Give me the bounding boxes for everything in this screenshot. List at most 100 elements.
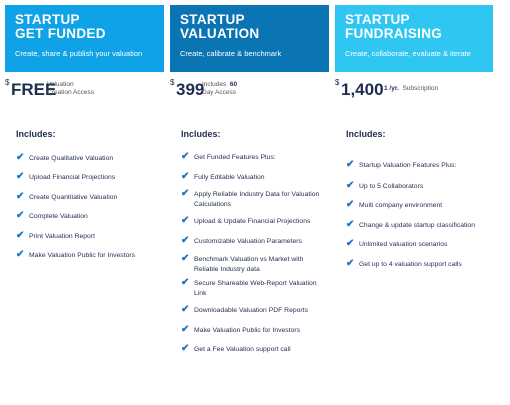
feature-item: ✔ Customizable Valuation Parameters [181, 235, 302, 247]
feature-item: ✔ Apply Reliable Industry Data for Valuat… [181, 188, 329, 209]
feature-label: Change & update startup classification [359, 222, 475, 229]
checkmark-icon: ✔ [181, 215, 190, 226]
feature-label: Create Qualitative Valuation [29, 155, 114, 162]
checkmark-icon: ✔ [16, 249, 25, 260]
currency-symbol: $ [335, 78, 340, 87]
feature-label: Complete Valuation [29, 213, 88, 220]
checkmark-icon: ✔ [181, 235, 190, 246]
feature-label: Get a Fee Valuation support call [194, 346, 291, 353]
includes-heading: Includes: [16, 129, 56, 139]
price-note-term: 1 /yr. [384, 85, 399, 92]
checkmark-icon: ✔ [181, 343, 190, 354]
feature-item: ✔ Make Valuation Public for Investors [16, 249, 136, 261]
checkmark-icon: ✔ [181, 304, 190, 315]
feature-item: ✔ Up to 5 Collaborators [346, 180, 423, 192]
checkmark-icon: ✔ [181, 253, 190, 264]
price-note: Includes 60 Day Access [202, 81, 237, 97]
checkmark-icon: ✔ [16, 171, 25, 182]
checkmark-icon: ✔ [16, 230, 25, 241]
feature-label: Create Quantitative Valuation [29, 194, 118, 201]
plan-name: STARTUP VALUATION [180, 13, 329, 41]
feature-item: ✔ Upload Financial Projections [16, 171, 116, 183]
plan-card-fundraising: STARTUP FUNDRAISING Create, collaborate,… [335, 5, 493, 269]
feature-label: Upload Financial Projections [29, 174, 116, 181]
feature-item: ✔ Get a Fee Valuation support call [181, 343, 291, 355]
plan-name-line1: STARTUP [180, 12, 245, 27]
checkmark-icon: ✔ [346, 180, 355, 191]
plan-name-line1: STARTUP [345, 12, 410, 27]
feature-item: ✔ Downloadable Valuation PDF Reports [181, 304, 308, 316]
feature-label: Get Funded Features Plus: [194, 154, 276, 161]
checkmark-icon: ✔ [181, 151, 190, 162]
plan-header: STARTUP FUNDRAISING Create, collaborate,… [335, 5, 493, 72]
feature-label: Upload & Update Financial Projections [194, 218, 311, 225]
feature-item: ✔ Get Funded Features Plus: [181, 151, 276, 163]
checkmark-icon: ✔ [181, 188, 190, 199]
price-row: $ FREE Valuation Creation Access [5, 72, 164, 110]
includes-heading: Includes: [181, 129, 221, 139]
checkmark-icon: ✔ [181, 171, 190, 182]
price-note-days: 60 [229, 81, 238, 88]
feature-item: ✔ Secure Shareable Web-Report Valuation L… [181, 277, 329, 298]
plan-tagline: Create, collaborate, evaluate & iterate [345, 49, 471, 58]
feature-label: Make Valuation Public for Investors [29, 252, 136, 259]
price-value: 1,400 [341, 80, 384, 99]
feature-label: Multi company environment [359, 202, 443, 209]
checkmark-icon: ✔ [346, 219, 355, 230]
feature-item: ✔ Startup Valuation Features Plus: [346, 159, 457, 171]
price-note-line1: Includes [202, 81, 227, 88]
feature-item: ✔ Print Valuation Report [16, 230, 95, 242]
feature-label: Unlimited valuation scenarios [359, 241, 448, 248]
price-note-line1: Subscription [402, 85, 439, 92]
price-note: Valuation Creation Access [47, 81, 94, 97]
price-note-line2: Creation Access [47, 89, 94, 96]
feature-item: ✔ Multi company environment [346, 199, 443, 211]
plan-name: STARTUP FUNDRAISING [345, 13, 493, 41]
feature-item: ✔ Get up to 4 valuation support calls [346, 258, 462, 270]
plan-header: STARTUP GET FUNDED Create, share & publi… [5, 5, 164, 72]
feature-label: Get up to 4 valuation support calls [359, 261, 462, 268]
plan-name: STARTUP GET FUNDED [15, 13, 164, 41]
plan-tagline: Create, calibrate & benchmark [180, 49, 282, 58]
checkmark-icon: ✔ [16, 191, 25, 202]
feature-item: ✔ Upload & Update Financial Projections [181, 215, 311, 227]
feature-item: ✔ Create Qualitative Valuation [16, 153, 114, 164]
feature-item: ✔ Make Valuation Public for Investors [181, 324, 301, 336]
price-note-line2: Day Access [202, 89, 236, 96]
feature-item: ✔ Unlimited valuation scenarios [346, 238, 448, 250]
feature-item: ✔ Benchmark Valuation vs Market with Reli… [181, 253, 329, 274]
price-row: $ 399 Includes 60 Day Access [170, 72, 329, 110]
checkmark-icon: ✔ [346, 238, 355, 249]
feature-label: Apply Reliable Industry Data for Valuati… [194, 191, 320, 208]
includes-heading: Includes: [346, 129, 386, 139]
plan-name-line1: STARTUP [15, 12, 80, 27]
feature-label: Make Valuation Public for Investors [194, 327, 301, 334]
feature-item: ✔ Complete Valuation [16, 210, 88, 222]
feature-label: Customizable Valuation Parameters [194, 238, 302, 245]
feature-label: Benchmark Valuation vs Market with Relia… [194, 256, 304, 273]
plan-name-line2: FUNDRAISING [345, 26, 443, 41]
currency-symbol: $ [170, 78, 175, 87]
plan-name-line2: GET FUNDED [15, 26, 106, 41]
plan-name-line2: VALUATION [180, 26, 260, 41]
checkmark-icon: ✔ [181, 324, 190, 335]
feature-label: Print Valuation Report [29, 233, 95, 240]
checkmark-icon: ✔ [181, 277, 190, 288]
checkmark-icon: ✔ [346, 199, 355, 210]
feature-label: Downloadable Valuation PDF Reports [194, 307, 308, 314]
currency-symbol: $ [5, 78, 10, 87]
price-row: $ 1,400 1 /yr. Subscription [335, 72, 493, 110]
price-value: 399 [176, 80, 205, 99]
price-note-line1: Valuation [47, 81, 74, 88]
feature-label: Secure Shareable Web-Report Valuation Li… [194, 280, 317, 297]
price-note: 1 /yr. Subscription [384, 85, 438, 93]
plan-card-get-funded: STARTUP GET FUNDED Create, share & publi… [5, 5, 164, 260]
feature-item: ✔ Fully Editable Valuation [181, 171, 265, 183]
checkmark-icon: ✔ [346, 258, 355, 269]
plan-tagline: Create, share & publish your valuation [15, 49, 143, 58]
checkmark-icon: ✔ [16, 210, 25, 221]
feature-label: Startup Valuation Features Plus: [359, 162, 457, 169]
checkmark-icon: ✔ [346, 159, 355, 170]
plan-card-valuation: STARTUP VALUATION Create, calibrate & be… [170, 5, 329, 354]
plan-header: STARTUP VALUATION Create, calibrate & be… [170, 5, 329, 72]
